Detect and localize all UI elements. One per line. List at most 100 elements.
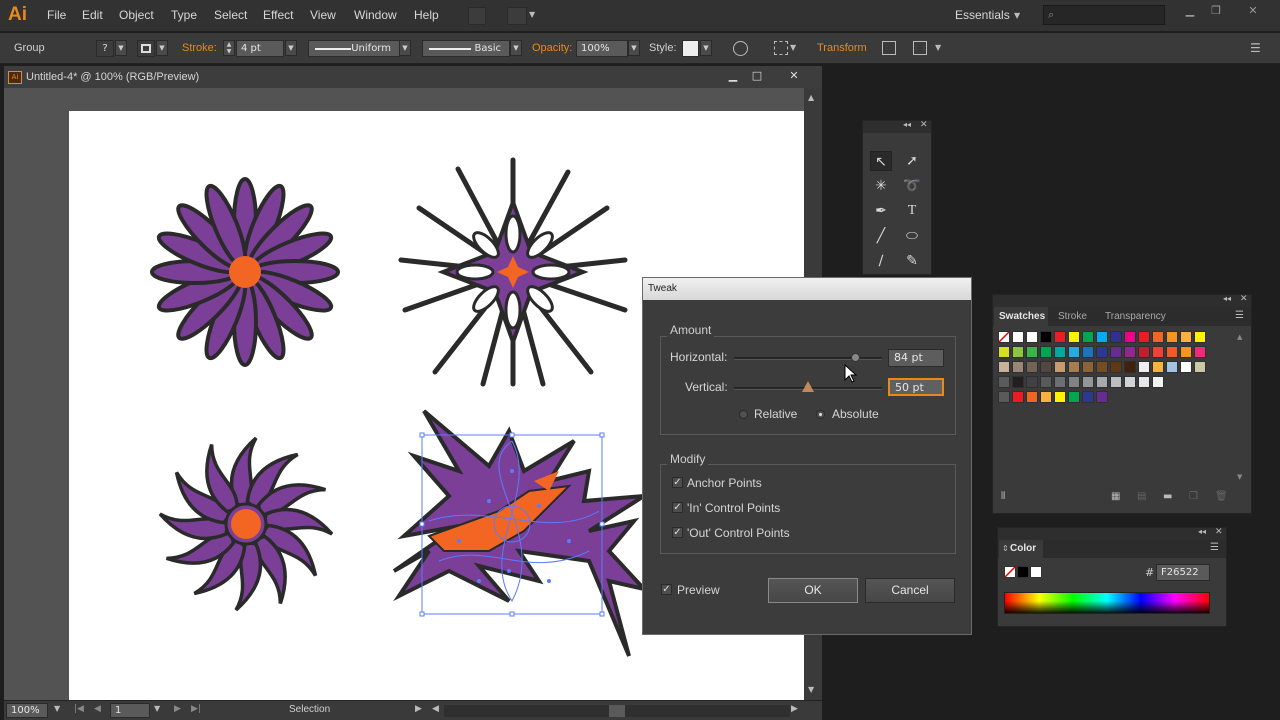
swatch[interactable] <box>1040 361 1052 373</box>
lasso-tool-icon[interactable]: ➰ <box>901 176 923 196</box>
first-artboard-icon[interactable]: |◀ <box>74 704 84 714</box>
swatch[interactable] <box>1026 346 1038 358</box>
tab-color[interactable]: Color <box>1010 543 1036 554</box>
chevron-down-icon[interactable]: ▼ <box>1014 11 1020 20</box>
scroll-right-icon[interactable]: ▶ <box>791 704 798 714</box>
chevron-down-icon[interactable]: ▼ <box>935 43 941 52</box>
chevron-down-icon[interactable]: ▼ <box>529 10 535 19</box>
tab-swatches[interactable]: Swatches <box>999 311 1045 322</box>
in-control-points-checkbox[interactable]: ✓ <box>672 502 683 513</box>
scroll-down-icon[interactable]: ▼ <box>1237 473 1242 481</box>
horizontal-slider[interactable] <box>734 353 882 362</box>
chevron-down-icon[interactable]: ▼ <box>790 43 796 52</box>
swatch[interactable] <box>1040 331 1052 343</box>
swatch[interactable] <box>1068 331 1080 343</box>
absolute-radio[interactable] <box>816 410 825 419</box>
scroll-left-icon[interactable]: ◀ <box>432 704 439 714</box>
swatch[interactable] <box>1138 361 1150 373</box>
swatch[interactable] <box>1082 391 1094 403</box>
panel-menu-icon[interactable]: ☰ <box>1250 41 1261 55</box>
white-swatch[interactable] <box>1030 566 1042 578</box>
swatch[interactable] <box>1152 331 1164 343</box>
stroke-weight-field[interactable]: 4 pt <box>236 40 284 57</box>
hex-value-field[interactable]: F26522 <box>1156 564 1210 581</box>
daisy-flower[interactable] <box>150 177 340 367</box>
relative-radio[interactable] <box>739 410 748 419</box>
menu-window[interactable]: Window <box>354 8 397 22</box>
swatch[interactable] <box>1180 361 1192 373</box>
menu-type[interactable]: Type <box>171 8 197 22</box>
swatch[interactable] <box>1152 376 1164 388</box>
chevron-down-icon[interactable]: ▼ <box>628 40 640 56</box>
status-menu-icon[interactable]: ▶ <box>415 704 422 714</box>
recolor-artwork-icon[interactable] <box>733 41 748 56</box>
delete-swatch-icon[interactable]: 🗑 <box>1215 491 1228 502</box>
workspace-switcher[interactable]: Essentials <box>955 8 1010 22</box>
swatch[interactable] <box>998 346 1010 358</box>
stroke-profile-select[interactable]: Uniform <box>308 40 400 57</box>
swatch[interactable] <box>1110 361 1122 373</box>
swatch[interactable] <box>1082 346 1094 358</box>
new-swatch-icon[interactable]: ❐ <box>1189 491 1198 502</box>
last-artboard-icon[interactable]: ▶| <box>191 704 201 714</box>
tools-panel-header[interactable]: ◂◂ ✕ <box>863 120 931 133</box>
stroke-label[interactable]: Stroke: <box>182 42 217 54</box>
swatch[interactable] <box>1096 376 1108 388</box>
type-tool-icon[interactable]: T <box>901 201 923 221</box>
swatch[interactable] <box>1068 376 1080 388</box>
scroll-thumb[interactable] <box>609 705 625 717</box>
none-swatch[interactable] <box>998 331 1010 343</box>
chevron-down-icon[interactable]: ▼ <box>54 704 60 713</box>
brush-select[interactable]: Basic <box>422 40 510 57</box>
horizontal-value-field[interactable]: 84 pt <box>888 349 944 367</box>
bridge-icon[interactable] <box>468 7 486 25</box>
arrange-documents-icon[interactable] <box>507 7 527 25</box>
scroll-up-icon[interactable]: ▲ <box>1237 333 1242 341</box>
none-swatch[interactable] <box>1004 566 1016 578</box>
black-swatch[interactable] <box>1017 566 1029 578</box>
anchor-points-checkbox[interactable]: ✓ <box>672 477 683 488</box>
transform-options-icon[interactable] <box>913 41 927 55</box>
close-icon[interactable]: ✕ <box>1215 527 1223 537</box>
maximize-app-button[interactable]: ❐ <box>1209 4 1223 17</box>
swatch-folder-icon[interactable] <box>998 376 1010 388</box>
previous-artboard-icon[interactable]: ◀ <box>94 704 101 714</box>
minimize-app-button[interactable]: ▁ <box>1183 4 1197 17</box>
swatch[interactable] <box>1054 331 1066 343</box>
chevron-down-icon[interactable]: ▼ <box>700 40 712 56</box>
preview-checkbox[interactable]: ✓ <box>661 584 672 595</box>
minimize-document-button[interactable]: ▁ <box>726 69 740 82</box>
stroke-stepper[interactable]: ▲ ▼ <box>223 40 235 56</box>
chevron-down-icon[interactable]: ▼ <box>399 40 411 56</box>
ellipse-tool-icon[interactable]: ⬭ <box>901 226 923 246</box>
swirl-flower[interactable] <box>158 436 334 612</box>
relative-label[interactable]: Relative <box>754 407 797 421</box>
swatch[interactable] <box>1194 346 1206 358</box>
graphic-style-swatch[interactable] <box>682 40 699 57</box>
direct-selection-tool-icon[interactable]: ➚ <box>901 151 923 171</box>
help-search-input[interactable]: ⌕ <box>1043 5 1165 25</box>
swatch[interactable] <box>1040 346 1052 358</box>
scroll-up-icon[interactable]: ▲ <box>808 93 814 102</box>
swatch[interactable] <box>1166 361 1178 373</box>
swatch[interactable] <box>1082 331 1094 343</box>
chevron-down-icon[interactable]: ▼ <box>115 40 127 56</box>
horizontal-scrollbar[interactable] <box>444 705 790 717</box>
menu-edit[interactable]: Edit <box>82 8 103 22</box>
swatch[interactable] <box>1152 346 1164 358</box>
tab-stroke[interactable]: Stroke <box>1058 311 1087 322</box>
paintbrush-tool-icon[interactable]: ∕ <box>870 251 892 271</box>
swatch[interactable] <box>1068 361 1080 373</box>
swatch[interactable] <box>1110 346 1122 358</box>
align-icon[interactable] <box>774 41 788 55</box>
maximize-document-button[interactable]: □ <box>750 69 764 82</box>
stroke-color-icon[interactable] <box>137 40 155 57</box>
swatch[interactable] <box>1110 376 1122 388</box>
swatch[interactable] <box>1054 376 1066 388</box>
collapse-icon[interactable]: ◂◂ <box>1198 527 1206 536</box>
menu-select[interactable]: Select <box>214 8 247 22</box>
swatch[interactable] <box>1138 331 1150 343</box>
swatch[interactable] <box>1026 391 1038 403</box>
menu-effect[interactable]: Effect <box>263 8 293 22</box>
swatch[interactable] <box>1138 376 1150 388</box>
